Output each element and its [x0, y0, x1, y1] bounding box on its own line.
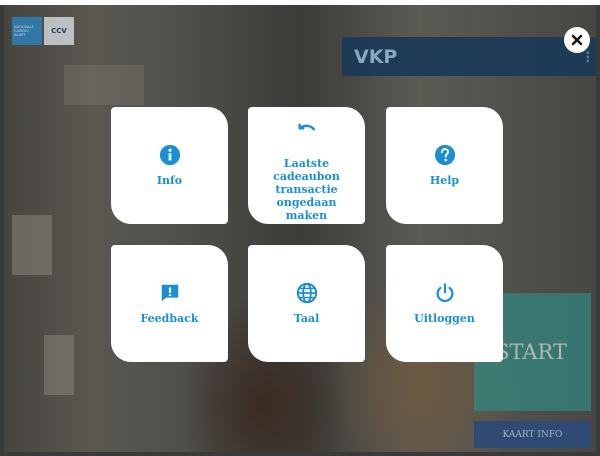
- language-label: Taal: [293, 312, 320, 325]
- logo-area: NATIONALE CADEAU KAART CCV: [12, 17, 74, 45]
- info-icon: [159, 144, 180, 166]
- header-bar: VKP · · ·: [342, 37, 596, 76]
- help-icon: [434, 144, 455, 166]
- feedback-icon: [161, 284, 178, 302]
- ccv-logo: CCV: [44, 17, 74, 45]
- undo-transaction-label: Laatste cadeaubon transactie ongedaan ma…: [273, 157, 340, 222]
- logout-tile[interactable]: Uitloggen: [386, 245, 503, 362]
- feedback-label: Feedback: [140, 312, 199, 325]
- header-title: VKP: [354, 46, 398, 68]
- undo-transaction-tile[interactable]: Laatste cadeaubon transactie ongedaan ma…: [248, 107, 365, 224]
- close-icon: [571, 34, 583, 46]
- help-tile[interactable]: Help: [386, 107, 503, 224]
- info-label: Info: [156, 174, 183, 187]
- nationale-cadeaukaart-logo: NATIONALE CADEAU KAART: [12, 17, 42, 45]
- kaart-info-button-background: KAART INFO: [474, 421, 591, 448]
- info-tile[interactable]: Info: [111, 107, 228, 224]
- logout-label: Uitloggen: [414, 312, 475, 325]
- undo-icon: [297, 123, 315, 131]
- feedback-tile[interactable]: Feedback: [111, 245, 228, 362]
- language-tile[interactable]: Taal: [248, 245, 365, 362]
- close-button[interactable]: [564, 27, 590, 53]
- power-icon: [436, 283, 453, 303]
- help-label: Help: [429, 174, 460, 187]
- globe-icon: [296, 282, 317, 304]
- vertical-dots-icon[interactable]: · · ·: [585, 47, 590, 67]
